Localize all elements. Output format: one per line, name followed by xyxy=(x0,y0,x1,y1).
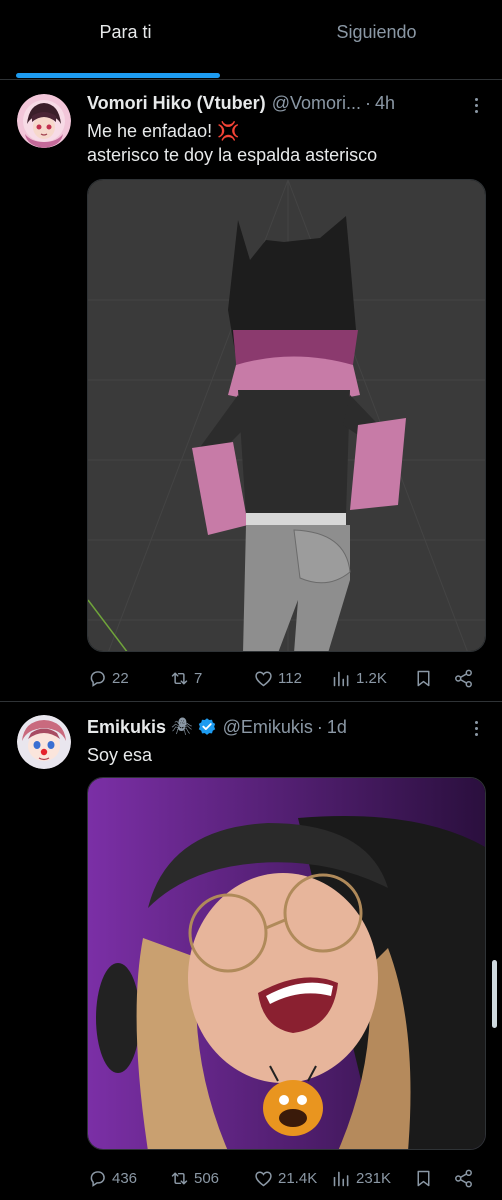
retweet-button[interactable]: 7 xyxy=(169,666,202,690)
separator-dot: · xyxy=(316,716,323,737)
retweet-icon xyxy=(171,672,188,684)
user-handle[interactable]: @Vomori... xyxy=(272,93,361,114)
tweet-text-line: asterisco te doy la espalda asterisco xyxy=(87,145,378,165)
like-count: 112 xyxy=(278,669,302,687)
active-tab-indicator xyxy=(16,73,220,78)
view-count: 231K xyxy=(356,1169,392,1187)
bookmark-button[interactable] xyxy=(413,1166,434,1190)
like-count: 21.4K xyxy=(278,1169,318,1187)
share-button[interactable] xyxy=(453,666,474,690)
more-options-button[interactable] xyxy=(464,718,488,738)
avatar-image-icon xyxy=(17,715,71,769)
tweet-media-image[interactable] xyxy=(87,179,486,652)
user-handle[interactable]: @Emikukis xyxy=(223,717,313,738)
retweet-icon xyxy=(171,1172,188,1184)
avatar[interactable] xyxy=(17,94,71,148)
views-button[interactable]: 231K xyxy=(331,1166,391,1190)
retweet-count: 506 xyxy=(194,1169,220,1187)
reply-button[interactable]: 22 xyxy=(87,666,129,690)
share-icon xyxy=(455,1169,472,1187)
tab-for-you[interactable]: Para ti xyxy=(0,0,251,80)
verified-badge-icon xyxy=(197,717,217,737)
like-button[interactable]: 112 xyxy=(253,666,302,690)
bookmark-icon xyxy=(417,670,430,686)
display-name[interactable]: Vomori Hiko (Vtuber) xyxy=(87,93,266,114)
tweet-header: Emikukis 🕷 @Emikukis · 1d xyxy=(87,715,347,739)
heart-icon xyxy=(255,670,272,686)
avatar[interactable] xyxy=(17,715,71,769)
display-name[interactable]: Emikukis xyxy=(87,717,166,738)
reply-button[interactable]: 436 xyxy=(87,1166,137,1190)
tweet-actions: 22 7 112 1.2K xyxy=(87,666,487,690)
photo-image-icon xyxy=(88,778,485,1149)
retweet-count: 7 xyxy=(194,669,203,687)
heart-icon xyxy=(255,1170,272,1186)
3d-model-image-icon xyxy=(88,180,485,651)
separator-dot: · xyxy=(364,92,371,113)
views-chart-icon xyxy=(333,1171,349,1186)
bookmark-icon xyxy=(417,1170,430,1186)
views-chart-icon xyxy=(333,671,349,686)
timeline-tabs: Para ti Siguiendo xyxy=(0,0,502,80)
tweet-text-line: Soy esa xyxy=(87,745,153,765)
tweet[interactable]: Emikukis 🕷 @Emikukis · 1d Soy esa 436 50… xyxy=(0,702,502,1200)
tab-for-you-label: Para ti xyxy=(99,21,152,42)
tweet-media-image[interactable] xyxy=(87,777,486,1150)
more-dots-icon xyxy=(474,720,478,736)
view-count: 1.2K xyxy=(356,669,387,687)
bookmark-button[interactable] xyxy=(413,666,434,690)
tweet-text: Me he enfadao! 💢 asterisco te doy la esp… xyxy=(87,119,377,167)
reply-count: 22 xyxy=(112,669,129,687)
tweet-header: Vomori Hiko (Vtuber) @Vomori... · 4h xyxy=(87,91,395,115)
avatar-image-icon xyxy=(17,94,71,148)
spider-emoji-icon: 🕷 xyxy=(171,717,193,736)
scrollbar-thumb[interactable] xyxy=(492,960,497,1028)
reply-count: 436 xyxy=(112,1169,138,1187)
tweet-text-line: Me he enfadao! 💢 xyxy=(87,121,240,141)
like-button[interactable]: 21.4K xyxy=(253,1166,317,1190)
views-button[interactable]: 1.2K xyxy=(331,666,387,690)
share-button[interactable] xyxy=(453,1166,474,1190)
tweet-text: Soy esa xyxy=(87,743,152,767)
more-dots-icon xyxy=(474,97,478,113)
timestamp[interactable]: 1d xyxy=(327,717,347,738)
more-options-button[interactable] xyxy=(464,95,488,115)
tweet[interactable]: Vomori Hiko (Vtuber) @Vomori... · 4h Me … xyxy=(0,81,502,701)
share-icon xyxy=(455,669,472,687)
retweet-button[interactable]: 506 xyxy=(169,1166,219,1190)
reply-icon xyxy=(90,1170,105,1187)
tab-following[interactable]: Siguiendo xyxy=(251,0,502,80)
tweet-actions: 436 506 21.4K 231K xyxy=(87,1166,487,1190)
timeline-page: Para ti Siguiendo Vomori Hiko (Vtuber) @… xyxy=(0,0,502,1200)
reply-icon xyxy=(90,670,105,687)
timestamp[interactable]: 4h xyxy=(375,93,395,114)
tab-following-label: Siguiendo xyxy=(336,21,417,42)
